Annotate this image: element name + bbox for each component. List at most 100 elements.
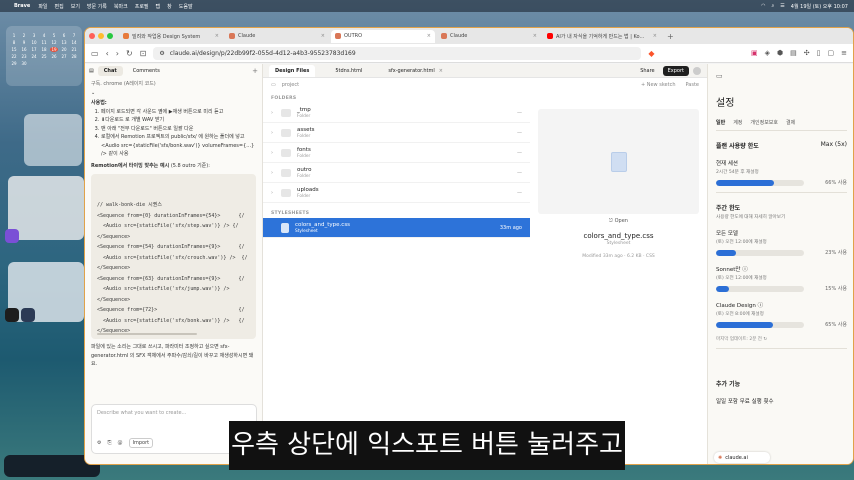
wifi-icon[interactable]: ◠ bbox=[761, 3, 765, 9]
close-tab-icon[interactable]: × bbox=[653, 33, 657, 39]
calendar-day[interactable]: 11 bbox=[40, 40, 48, 45]
folder-row[interactable]: › fonts Folder — bbox=[263, 143, 530, 163]
calendar-day[interactable]: 28 bbox=[70, 54, 78, 59]
calendar-day[interactable]: 10 bbox=[30, 40, 38, 45]
app-icon[interactable] bbox=[21, 308, 35, 322]
folder-row[interactable]: › assets Folder — bbox=[263, 123, 530, 143]
sidebar-toggle-icon[interactable]: ▭ bbox=[91, 49, 99, 58]
calendar-day[interactable]: 6 bbox=[60, 33, 68, 38]
menu-clock[interactable]: 4월 19일 (토) 오후 10:07 bbox=[791, 3, 848, 10]
chevron-right-icon[interactable]: › bbox=[271, 110, 275, 116]
browser-tab-active[interactable]: OUTRO × bbox=[331, 29, 435, 43]
horizontal-scrollbar[interactable] bbox=[97, 333, 197, 335]
calendar-day[interactable]: 22 bbox=[10, 54, 18, 59]
tab-privacy[interactable]: 개인정보보호 bbox=[750, 119, 778, 126]
tab-comments[interactable]: Comments bbox=[127, 66, 166, 76]
desktop-widget[interactable] bbox=[24, 114, 82, 166]
chevron-down-icon[interactable]: ⌄ bbox=[91, 89, 256, 98]
puzzle-icon[interactable]: ✣ bbox=[804, 49, 810, 57]
calendar-day[interactable]: 26 bbox=[50, 54, 58, 59]
menu-item[interactable]: 창 bbox=[167, 3, 172, 10]
close-window-icon[interactable] bbox=[89, 33, 95, 39]
preview-thumbnail[interactable] bbox=[538, 109, 699, 214]
settings-icon[interactable]: ⚙ bbox=[97, 440, 101, 446]
avatar[interactable] bbox=[693, 66, 701, 75]
calendar-day[interactable]: 8 bbox=[10, 40, 18, 45]
desktop-window-thumbnail[interactable] bbox=[8, 176, 84, 240]
sidebar-toggle-icon[interactable]: ▭ bbox=[716, 72, 847, 80]
menu-item[interactable]: 도움말 bbox=[179, 3, 193, 10]
new-tab-button[interactable]: + bbox=[667, 32, 674, 41]
tab-billing[interactable]: 결제 bbox=[786, 119, 795, 126]
at-icon[interactable]: @ bbox=[118, 440, 123, 446]
browser-tab[interactable]: Claude × bbox=[225, 30, 329, 43]
maximize-window-icon[interactable] bbox=[107, 33, 113, 39]
calendar-day[interactable]: 9 bbox=[20, 40, 28, 45]
chevron-right-icon[interactable]: › bbox=[271, 190, 275, 196]
panel-icon[interactable]: ▤ bbox=[89, 68, 94, 74]
calendar-day[interactable]: 5 bbox=[50, 33, 58, 38]
learn-more-link[interactable]: 사용량 한도에 대해 자세히 알아보기 bbox=[716, 214, 847, 220]
extension-icon[interactable]: ⬢ bbox=[777, 49, 783, 57]
calendar-day[interactable]: 7 bbox=[70, 33, 78, 38]
tab-chat[interactable]: Chat bbox=[97, 66, 123, 76]
calendar-day[interactable]: 30 bbox=[20, 61, 28, 66]
calendar-day[interactable]: 14 bbox=[70, 40, 78, 45]
extension-icon[interactable]: ▣ bbox=[751, 49, 758, 57]
breadcrumb[interactable]: project bbox=[282, 82, 299, 88]
bookmark-icon[interactable]: ⊡ bbox=[140, 49, 147, 58]
calendar-day[interactable]: 16 bbox=[20, 47, 28, 52]
import-button[interactable]: Import bbox=[128, 438, 154, 448]
menu-icon[interactable]: ≡ bbox=[841, 49, 847, 57]
folder-row[interactable]: › outro Folder — bbox=[263, 163, 530, 183]
refresh-icon[interactable]: ↻ bbox=[763, 337, 767, 342]
calendar-day[interactable]: 21 bbox=[70, 47, 78, 52]
menu-item[interactable]: 편집 bbox=[55, 3, 64, 10]
export-button[interactable]: Export bbox=[662, 65, 689, 76]
calendar-day[interactable]: 25 bbox=[40, 54, 48, 59]
site-settings-icon[interactable]: ⚙ bbox=[159, 50, 164, 57]
calendar-day[interactable]: 23 bbox=[20, 54, 28, 59]
minimize-window-icon[interactable] bbox=[98, 33, 104, 39]
chevron-right-icon[interactable]: › bbox=[271, 170, 275, 176]
menu-item[interactable]: 프로필 bbox=[135, 3, 149, 10]
claude-badge[interactable]: ✺ claude.ai bbox=[714, 452, 770, 463]
browser-tab[interactable]: 빌려와 작업용 Design System × bbox=[119, 30, 223, 43]
wallet-icon[interactable]: ▢ bbox=[828, 49, 835, 57]
calendar-day[interactable]: 1 bbox=[10, 33, 18, 38]
calendar-day[interactable]: 18 bbox=[40, 47, 48, 52]
calendar-day[interactable]: 24 bbox=[30, 54, 38, 59]
calendar-day[interactable]: 13 bbox=[60, 40, 68, 45]
menu-app-name[interactable]: Brave bbox=[14, 3, 30, 9]
calendar-day[interactable]: 12 bbox=[50, 40, 58, 45]
menu-item[interactable]: 파일 bbox=[38, 3, 47, 10]
share-button[interactable]: Share bbox=[636, 66, 658, 76]
extension-icon[interactable]: ◈ bbox=[765, 49, 770, 57]
folder-row[interactable]: › uploads Folder — bbox=[263, 183, 530, 203]
brave-shields-icon[interactable]: ◆ bbox=[648, 49, 654, 58]
calendar-day[interactable]: 29 bbox=[10, 61, 18, 66]
tab-file[interactable]: sfx-generator.html × bbox=[382, 65, 449, 77]
tab-file[interactable]: 5tdns.html bbox=[329, 65, 368, 77]
calendar-day[interactable]: 2 bbox=[20, 33, 28, 38]
forward-button[interactable]: › bbox=[116, 49, 119, 58]
chevron-right-icon[interactable]: › bbox=[271, 150, 275, 156]
paste-button[interactable]: Paste bbox=[686, 82, 700, 88]
control-center-icon[interactable]: ☰ bbox=[780, 3, 784, 9]
attach-icon[interactable]: ⎘ bbox=[107, 440, 111, 446]
back-button[interactable]: ‹ bbox=[106, 49, 109, 58]
calendar-day[interactable]: 20 bbox=[60, 47, 68, 52]
close-tab-icon[interactable]: × bbox=[427, 33, 431, 39]
menu-item[interactable]: 보기 bbox=[71, 3, 80, 10]
search-icon[interactable]: ⌕ bbox=[771, 3, 774, 9]
close-tab-icon[interactable]: × bbox=[439, 68, 443, 74]
desktop-window-thumbnail[interactable] bbox=[8, 262, 84, 322]
sidebar-icon[interactable]: ▯ bbox=[817, 49, 821, 57]
calendar-day[interactable]: 27 bbox=[60, 54, 68, 59]
calendar-widget[interactable]: 1 2 3 4 5 6 7 8 9 10 11 12 13 14 15 16 17 18 19 20 21 22 23 24 2… bbox=[6, 26, 82, 86]
extension-icon[interactable]: ▤ bbox=[790, 49, 797, 57]
calendar-day[interactable]: 15 bbox=[10, 47, 18, 52]
calendar-day[interactable]: 17 bbox=[30, 47, 38, 52]
url-text[interactable]: claude.ai/design/p/22db99f2-055d-4d12-a4… bbox=[170, 50, 356, 57]
calendar-day[interactable]: 4 bbox=[40, 33, 48, 38]
